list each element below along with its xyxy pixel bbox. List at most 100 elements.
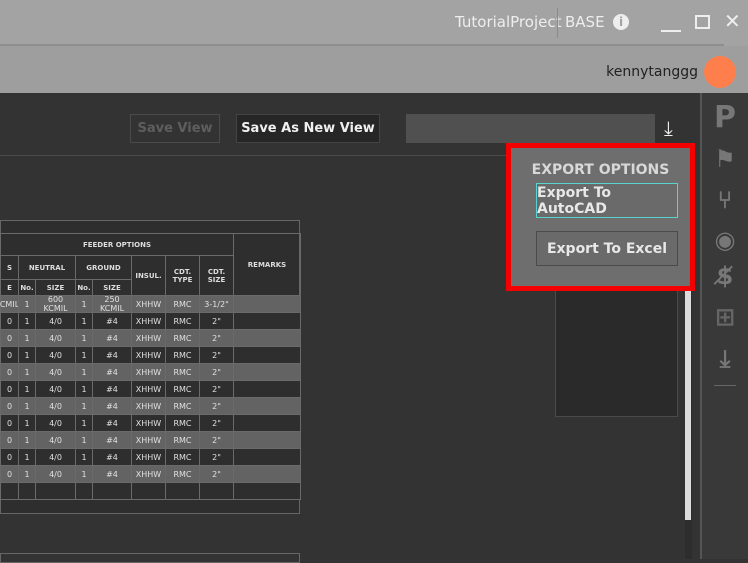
- table-cell: #4: [92, 380, 132, 398]
- table-cell: #4: [92, 363, 132, 381]
- table-cell: [233, 482, 301, 500]
- download-icon[interactable]: ⤓: [664, 116, 673, 140]
- table-cell: 1: [18, 397, 36, 415]
- divider: [557, 8, 558, 38]
- table-cell: #4: [92, 329, 132, 347]
- table-cell: 4/0: [35, 448, 76, 466]
- p-icon[interactable]: P: [706, 100, 744, 135]
- restore-icon[interactable]: [695, 15, 710, 29]
- table-cell: [199, 482, 234, 500]
- avatar[interactable]: [704, 56, 736, 88]
- table-cell: 2": [199, 397, 234, 415]
- table-cell: RMC: [165, 329, 200, 347]
- save-as-new-view-button[interactable]: Save As New View: [236, 114, 380, 143]
- table-cell: #4: [92, 431, 132, 449]
- table-cell: #4: [92, 448, 132, 466]
- table-cell: XHHW: [131, 329, 166, 347]
- table-cell: XHHW: [131, 431, 166, 449]
- column-header: CDT. SIZE: [199, 255, 234, 296]
- save-view-button[interactable]: Save View: [130, 114, 220, 143]
- flag-icon[interactable]: ⚑: [706, 145, 744, 173]
- column-header-remarks: REMARKS: [233, 233, 301, 296]
- column-group: NEUTRAL: [18, 255, 76, 280]
- table-cell: 4/0: [35, 346, 76, 364]
- table-cell: #4: [92, 346, 132, 364]
- table-cell: XHHW: [131, 414, 166, 432]
- table-cell: 2": [199, 465, 234, 483]
- scrollbar-thumb[interactable]: [685, 285, 691, 520]
- branch-icon[interactable]: ⑂: [706, 186, 744, 214]
- table-cell: 4/0: [35, 312, 76, 330]
- table-cell: 4/0: [35, 329, 76, 347]
- export-to-excel-button[interactable]: Export To Excel: [536, 231, 678, 266]
- table-cell: [233, 431, 301, 449]
- table-cell: 0: [0, 380, 19, 398]
- table-cell: 0: [0, 363, 19, 381]
- second-table: [0, 553, 300, 563]
- table-cell: XHHW: [131, 465, 166, 483]
- column-subheader: SIZE: [92, 279, 132, 296]
- table-cell: 1: [18, 448, 36, 466]
- table-cell: CMIL: [0, 295, 19, 313]
- table-cell: 2": [199, 346, 234, 364]
- minimize-icon[interactable]: [661, 30, 681, 32]
- table-cell: [131, 482, 166, 500]
- table-cell: [165, 482, 200, 500]
- table-cell: 1: [75, 448, 93, 466]
- table-cell: RMC: [165, 431, 200, 449]
- column-group: GROUND: [75, 255, 132, 280]
- table-cell: RMC: [165, 397, 200, 415]
- column-header: CDT. TYPE: [165, 255, 200, 296]
- table-cell: 4/0: [35, 363, 76, 381]
- column-subheader: No.: [18, 279, 36, 296]
- table-cell: 0: [0, 346, 19, 364]
- export-options-panel: EXPORT OPTIONS Export To AutoCAD Export …: [506, 143, 695, 291]
- group-header: FEEDER OPTIONS: [0, 233, 234, 256]
- column-subheader: E: [0, 279, 19, 296]
- view-name-input[interactable]: [406, 114, 655, 143]
- no-dollar-icon[interactable]: $̸: [706, 262, 744, 290]
- table-cell: 1: [75, 329, 93, 347]
- table-cell: RMC: [165, 312, 200, 330]
- export-to-autocad-button[interactable]: Export To AutoCAD: [536, 183, 678, 218]
- table-cell: [233, 363, 301, 381]
- info-icon[interactable]: i: [613, 14, 629, 30]
- export-options-title: EXPORT OPTIONS: [531, 162, 670, 178]
- table-cell: 2": [199, 414, 234, 432]
- table-cell: 0: [0, 329, 19, 347]
- table-cell: #4: [92, 312, 132, 330]
- table-cell: RMC: [165, 295, 200, 313]
- download-icon[interactable]: ⤓: [706, 345, 744, 373]
- table-cell: 1: [18, 465, 36, 483]
- column-header: INSUL.: [131, 255, 166, 296]
- table-cell: 4/0: [35, 397, 76, 415]
- table-cell: 4/0: [35, 431, 76, 449]
- table-cell: 1: [18, 431, 36, 449]
- table-cell: #4: [92, 414, 132, 432]
- username[interactable]: kennytanggg: [606, 64, 698, 80]
- table-cell: 1: [75, 414, 93, 432]
- table-cell: 1: [18, 363, 36, 381]
- table-cell: 1: [18, 380, 36, 398]
- preview-panel: [555, 283, 678, 417]
- project-name: TutorialProject: [455, 13, 562, 31]
- table-cell: [233, 312, 301, 330]
- table-cell: 1: [75, 397, 93, 415]
- table-cell: 0: [0, 448, 19, 466]
- table-cell: 0: [0, 312, 19, 330]
- table-cell: 1: [75, 465, 93, 483]
- table-cell: XHHW: [131, 397, 166, 415]
- close-icon[interactable]: ✕: [724, 9, 741, 33]
- table-cell: 4/0: [35, 414, 76, 432]
- table-cell: 1: [18, 414, 36, 432]
- table-cell: [233, 414, 301, 432]
- table-cell: 1: [75, 363, 93, 381]
- eye-icon[interactable]: ◉: [706, 226, 744, 254]
- column-subheader: SIZE: [35, 279, 76, 296]
- title-bar: TutorialProject BASE i ✕: [0, 0, 748, 46]
- table-cell: 0: [0, 397, 19, 415]
- table-cell: 1: [75, 312, 93, 330]
- grid-icon[interactable]: ⊞: [706, 303, 744, 331]
- table-cell: [92, 482, 132, 500]
- table-cell: 1: [75, 380, 93, 398]
